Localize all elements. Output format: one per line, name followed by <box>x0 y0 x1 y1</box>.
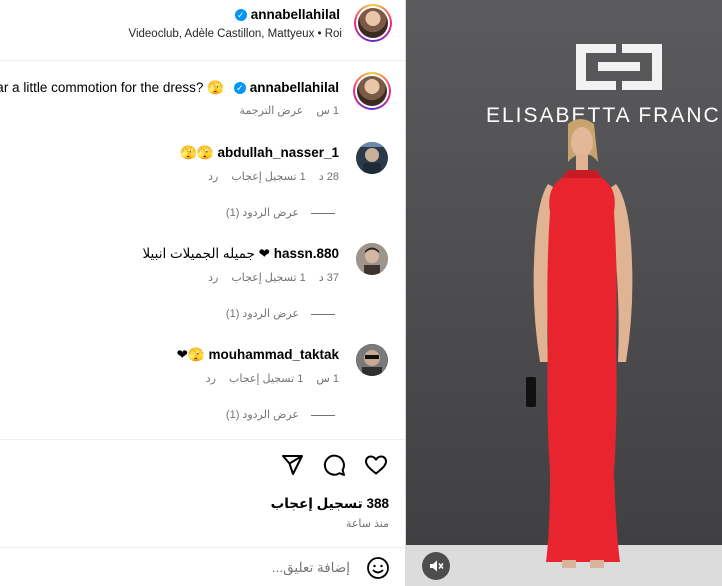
comment-likes[interactable]: 1 تسجيل إعجاب <box>231 272 305 284</box>
reply-button[interactable]: رد <box>206 373 216 385</box>
caption: ear a little commotion for the dress? 🫣 … <box>0 80 339 96</box>
comment-2: جميله الجميلات انبيلا ❤ hassn.880 <box>143 246 340 262</box>
mute-button[interactable] <box>422 552 450 580</box>
action-bar <box>279 452 389 478</box>
comment-time: 37 د <box>318 272 339 284</box>
post-media[interactable]: ELISABETTA FRANC <box>406 0 722 586</box>
post-time: منذ ساعة <box>345 518 389 530</box>
comment-username[interactable]: mouhammad_taktak <box>208 347 339 362</box>
audio-track[interactable]: Videoclub, Adèle Castillon, Mattyeux • R… <box>129 28 343 40</box>
comment-meta: 28 د 1 تسجيل إعجاب رد <box>198 170 339 183</box>
comment-username[interactable]: abdullah_nasser_1 <box>217 145 339 160</box>
comment-3: ❤🫣 mouhammad_taktak <box>177 347 339 363</box>
divider <box>0 439 405 440</box>
comment-time: 28 د <box>318 171 339 183</box>
speaker-muted-icon <box>430 560 444 572</box>
verified-badge-icon: ✓ <box>233 82 246 94</box>
reply-button[interactable]: رد <box>208 171 218 183</box>
likes-count[interactable]: 388 تسجيل إعجاب <box>271 496 389 512</box>
comment-username[interactable]: hassn.880 <box>274 246 339 261</box>
model-figure <box>526 119 633 568</box>
comment-time: 1 س <box>316 373 339 385</box>
comment-meta: 1 س 1 تسجيل إعجاب رد <box>196 372 339 385</box>
caption-avatar[interactable] <box>353 72 391 110</box>
comment-text: 🫣🫣 <box>180 145 214 160</box>
comments-panel: ✓ annabellahilal Videoclub, Adèle Castill… <box>0 0 406 586</box>
author-avatar[interactable] <box>354 4 392 42</box>
comment-likes[interactable]: 1 تسجيل إعجاب <box>229 373 303 385</box>
see-translation-link[interactable]: عرض الترجمة <box>239 105 303 117</box>
commenter-avatar[interactable] <box>356 142 388 174</box>
comment-meta: 37 د 1 تسجيل إعجاب رد <box>198 271 339 284</box>
caption-username[interactable]: annabellahilal <box>250 80 339 95</box>
reply-button[interactable]: رد <box>208 272 218 284</box>
caption-time: 1 س <box>316 105 339 117</box>
add-comment-bar <box>0 547 405 586</box>
comment-text: ❤🫣 <box>176 347 205 362</box>
author-username[interactable]: ✓ annabellahilal <box>234 7 340 22</box>
comment-bubble-icon[interactable] <box>321 452 347 478</box>
heart-icon[interactable] <box>363 452 389 478</box>
verified-badge-icon: ✓ <box>234 9 247 21</box>
comment-likes[interactable]: 1 تسجيل إعجاب <box>231 171 305 183</box>
view-replies-button[interactable]: عرض الردود (1) <box>226 408 335 421</box>
commenter-avatar[interactable] <box>356 243 388 275</box>
brand-logo <box>576 44 662 90</box>
add-comment-input[interactable] <box>130 560 350 575</box>
commenter-avatar[interactable] <box>356 344 388 376</box>
comment-1: 🫣🫣 abdullah_nasser_1 <box>180 145 339 161</box>
caption-meta: 1 س عرض الترجمة <box>229 104 339 117</box>
emoji-icon[interactable] <box>366 556 390 580</box>
caption-text: ear a little commotion for the dress? 🫣 <box>0 80 224 95</box>
view-replies-button[interactable]: عرض الردود (1) <box>226 307 335 320</box>
view-replies-button[interactable]: عرض الردود (1) <box>226 206 335 219</box>
send-icon[interactable] <box>279 452 305 478</box>
comment-text: جميله الجميلات انبيلا ❤ <box>142 246 270 261</box>
post-header: ✓ annabellahilal Videoclub, Adèle Castill… <box>0 0 405 61</box>
